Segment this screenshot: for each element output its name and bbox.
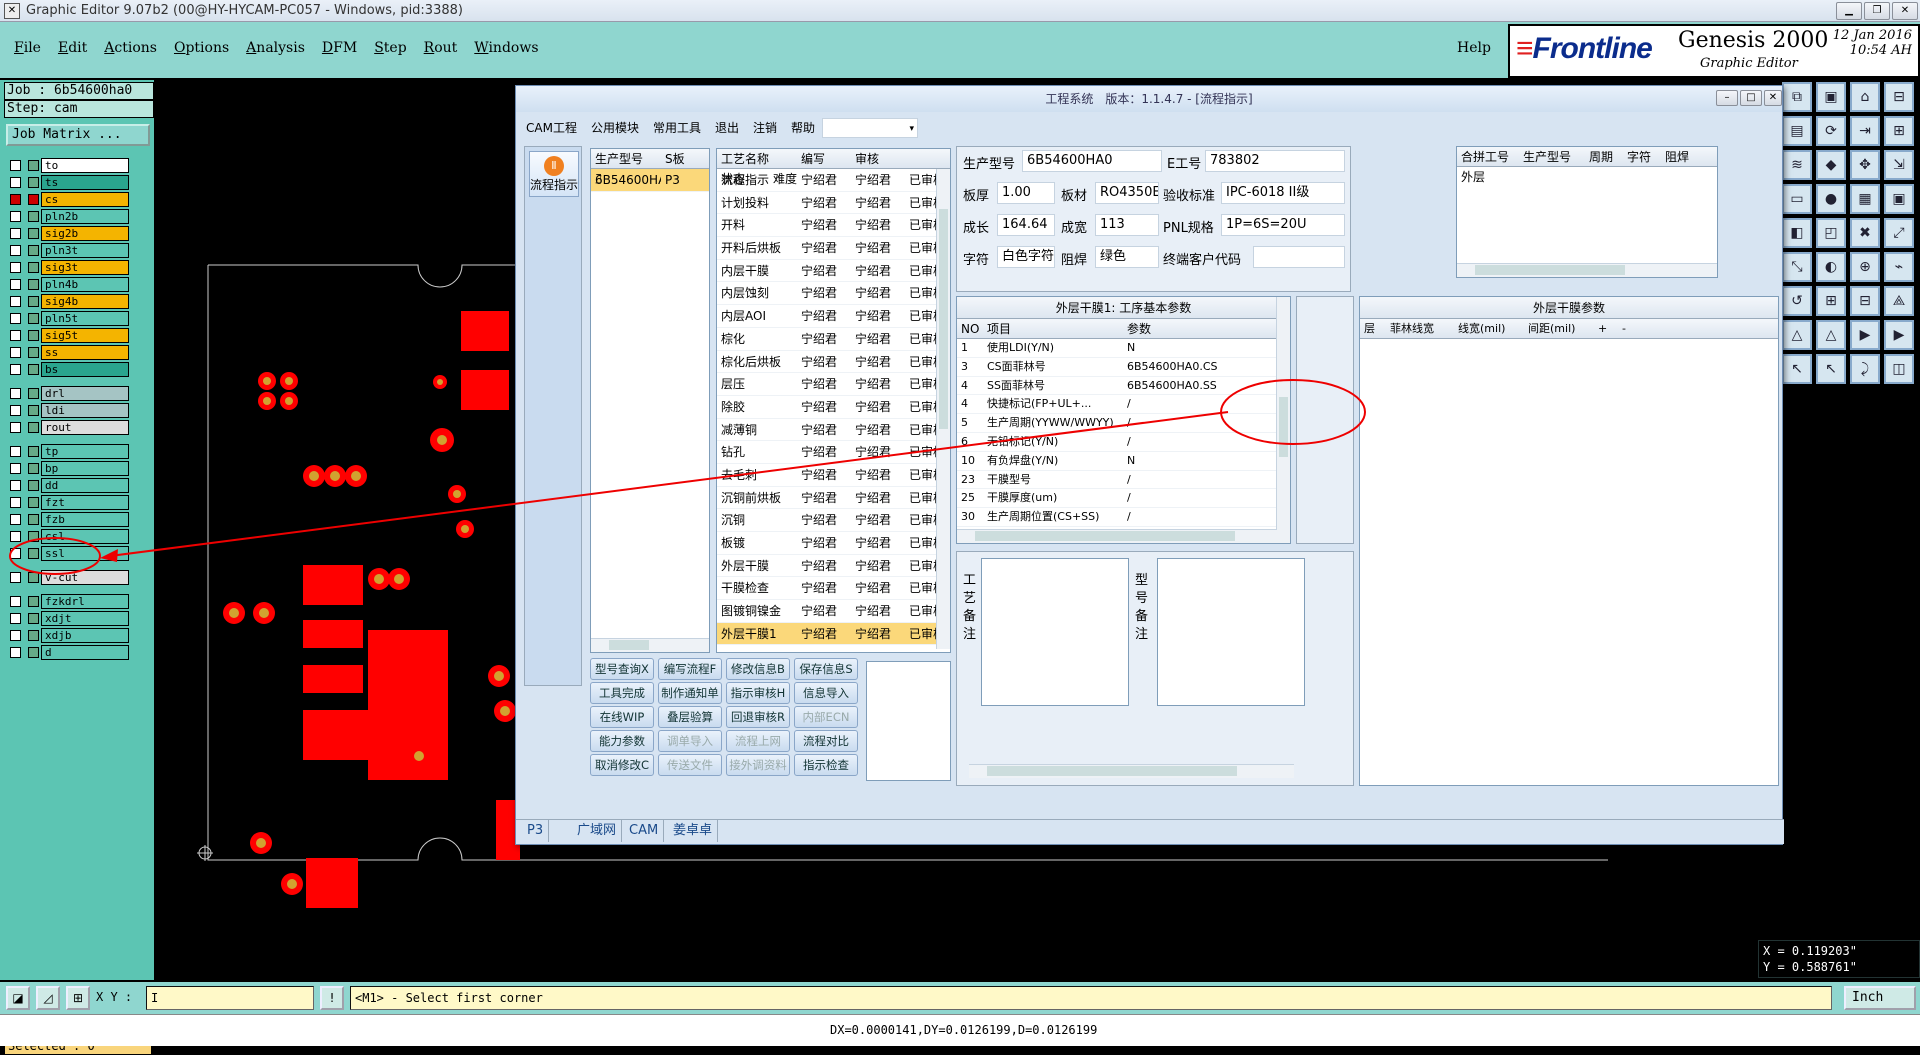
arrow-head xyxy=(100,549,118,562)
annotation-overlay xyxy=(9,379,1366,575)
highlight-ellipse xyxy=(9,537,101,575)
highlight-ellipse xyxy=(1220,379,1366,445)
annotation-arrow xyxy=(109,411,1229,557)
